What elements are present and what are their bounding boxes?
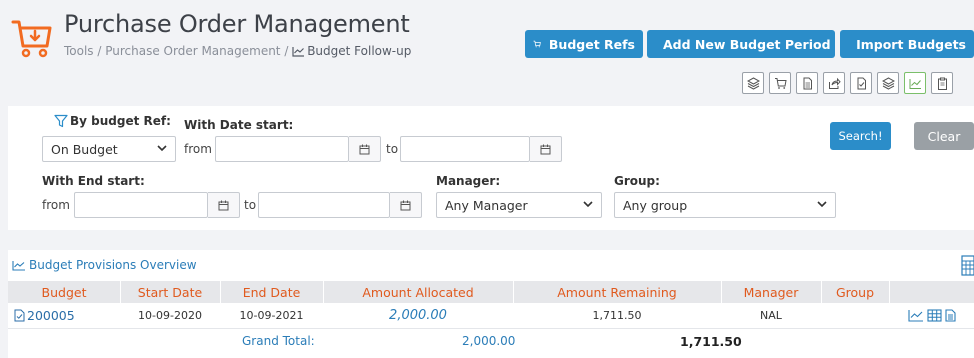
- column-header-group[interactable]: Group: [821, 285, 889, 300]
- column-header-manager[interactable]: Manager: [721, 285, 821, 300]
- date-start-label: With Date start:: [184, 118, 294, 132]
- grand-total-remaining: 1,711.50: [680, 334, 742, 349]
- date-start-from-input[interactable]: [215, 136, 349, 162]
- cart-logo-icon: [11, 20, 52, 58]
- chevron-down-icon: [157, 145, 167, 152]
- check-document-icon[interactable]: [850, 72, 872, 94]
- chart-icon[interactable]: [908, 309, 924, 322]
- calendar-icon: [540, 144, 551, 154]
- page-title: Purchase Order Management: [64, 10, 410, 38]
- page: Purchase Order Management Tools / Purcha…: [0, 0, 974, 358]
- group-value: Any group: [623, 197, 688, 213]
- column-header-start-date[interactable]: Start Date: [120, 285, 220, 300]
- calendar-button[interactable]: [390, 192, 422, 218]
- cart-icon[interactable]: [769, 72, 791, 94]
- budget-refs-label: Budget Refs: [548, 36, 635, 52]
- calendar-icon: [400, 200, 411, 210]
- export-spreadsheet-icon[interactable]: [961, 254, 974, 276]
- filter-icon: [54, 114, 68, 128]
- budget-ref-label: By budget Ref:: [70, 114, 171, 128]
- budget-ref: 200005: [27, 308, 75, 323]
- breadcrumb-separator: /: [93, 44, 106, 58]
- budget-overview-panel: Budget Provisions Overview Budget Start …: [8, 250, 974, 358]
- budget-ref-select[interactable]: On Budget: [42, 136, 176, 162]
- manager-select[interactable]: Any Manager: [436, 192, 602, 218]
- end-date-cell: 10-09-2021: [239, 309, 304, 322]
- manager-value: Any Manager: [445, 197, 528, 213]
- amount-remaining-cell: 1,711.50: [592, 309, 642, 322]
- breadcrumb: Tools / Purchase Order Management / Budg…: [64, 44, 411, 58]
- chevron-down-icon: [817, 201, 827, 208]
- column-header-end-date[interactable]: End Date: [220, 285, 323, 300]
- share-icon[interactable]: [823, 72, 845, 94]
- column-header-amount-allocated[interactable]: Amount Allocated: [323, 285, 513, 300]
- filter-panel: By budget Ref: On Budget With Date start…: [8, 106, 974, 230]
- toolbar: [742, 72, 958, 98]
- document-icon[interactable]: [796, 72, 818, 94]
- budget-refs-button[interactable]: Budget Refs: [525, 30, 643, 58]
- end-start-from-input[interactable]: [74, 192, 208, 218]
- budget-ref-value: On Budget: [51, 141, 118, 157]
- column-header-budget[interactable]: Budget: [8, 285, 120, 300]
- page-header: Purchase Order Management Tools / Purcha…: [0, 0, 974, 100]
- table-icon[interactable]: [927, 309, 942, 322]
- to-label: to: [244, 198, 257, 212]
- grand-total-allocated: 2,000.00: [462, 334, 516, 348]
- clear-button[interactable]: Clear: [914, 122, 974, 150]
- table-row: 200005 10-09-2020 10-09-2021 2,000.00 1,…: [8, 305, 974, 329]
- amount-allocated-cell[interactable]: 2,000.00: [323, 308, 513, 323]
- chevron-down-icon: [583, 201, 593, 208]
- from-label: from: [184, 142, 212, 156]
- calendar-button[interactable]: [349, 136, 381, 162]
- layers-icon[interactable]: [742, 72, 764, 94]
- to-label: to: [386, 142, 399, 156]
- calendar-button[interactable]: [530, 136, 562, 162]
- check-document-icon: [14, 309, 25, 322]
- clipboard-icon[interactable]: [931, 72, 953, 94]
- document-icon[interactable]: [945, 309, 956, 322]
- budget-link[interactable]: 200005: [14, 308, 75, 323]
- calendar-button[interactable]: [208, 192, 240, 218]
- chart-icon[interactable]: [904, 72, 926, 94]
- table-header: Budget Start Date End Date Amount Alloca…: [8, 281, 974, 303]
- import-budgets-button[interactable]: Import Budgets: [840, 30, 974, 58]
- search-button[interactable]: Search!: [830, 122, 891, 150]
- grand-total-label: Grand Total:: [242, 334, 315, 348]
- overview-title: Budget Provisions Overview: [12, 258, 197, 272]
- calendar-icon: [359, 144, 370, 154]
- breadcrumb-tools[interactable]: Tools: [64, 44, 94, 58]
- from-label: from: [42, 198, 70, 212]
- add-budget-period-button[interactable]: Add New Budget Period: [647, 30, 835, 58]
- end-start-label: With End start:: [42, 174, 145, 188]
- breadcrumb-separator: /: [280, 44, 293, 58]
- import-budgets-label: Import Budgets: [856, 36, 966, 52]
- calendar-icon: [218, 200, 229, 210]
- group-select[interactable]: Any group: [614, 192, 836, 218]
- breadcrumb-section[interactable]: Purchase Order Management: [105, 44, 280, 58]
- manager-label: Manager:: [436, 174, 501, 188]
- cart-icon: [533, 40, 541, 48]
- breadcrumb-current: Budget Follow-up: [307, 44, 412, 58]
- chart-icon: [12, 261, 25, 271]
- grand-total-row: Grand Total: 2,000.00 1,711.50: [8, 331, 974, 353]
- chart-icon: [292, 47, 305, 57]
- group-label: Group:: [614, 174, 660, 188]
- add-budget-period-label: Add New Budget Period: [663, 36, 831, 52]
- date-start-to-input[interactable]: [400, 136, 530, 162]
- layers-alt-icon[interactable]: [877, 72, 899, 94]
- manager-cell: NAL: [760, 309, 782, 322]
- end-start-to-input[interactable]: [258, 192, 390, 218]
- column-header-amount-remaining[interactable]: Amount Remaining: [513, 285, 721, 300]
- row-actions: [908, 309, 956, 322]
- start-date-cell: 10-09-2020: [138, 309, 202, 322]
- overview-title-text: Budget Provisions Overview: [29, 258, 197, 272]
